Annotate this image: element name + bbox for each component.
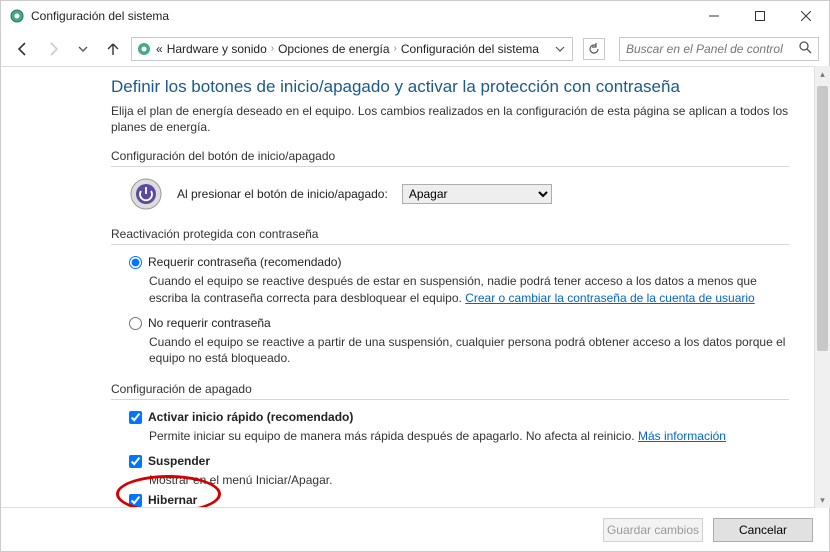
breadcrumb-segment[interactable]: Configuración del sistema [401,42,539,56]
no-password-radio[interactable] [129,317,142,330]
group-power-button: Configuración del botón de inicio/apagad… [111,149,789,211]
power-icon [129,177,163,211]
chevron-right-icon: › [271,43,274,54]
suspend-label: Suspender [148,454,210,468]
minimize-button[interactable] [691,1,737,31]
suspend-desc: Mostrar en el menú Iniciar/Apagar. [111,472,789,488]
titlebar: Configuración del sistema [1,1,829,31]
search-input[interactable] [626,42,799,56]
search-icon[interactable] [799,41,812,57]
content-area: Definir los botones de inicio/apagado y … [1,67,829,507]
chevron-right-icon: › [394,43,397,54]
no-password-desc: Cuando el equipo se reactive a partir de… [111,334,789,366]
hibernate-label: Hibernar [148,493,197,507]
refresh-button[interactable] [583,38,605,60]
up-button[interactable] [101,37,125,61]
group-title: Configuración de apagado [111,382,789,400]
fast-startup-desc: Permite iniciar su equipo de manera más … [111,428,789,444]
vertical-scrollbar[interactable]: ▴ ▾ [814,66,830,508]
no-password-label: No requerir contraseña [148,316,271,330]
fast-startup-checkbox[interactable] [129,411,142,424]
save-button[interactable]: Guardar cambios [603,518,703,542]
recent-dropdown[interactable] [71,37,95,61]
more-info-link[interactable]: Más información [638,429,726,443]
scroll-down-icon[interactable]: ▾ [815,492,830,508]
require-password-desc: Cuando el equipo se reactive después de … [111,273,789,305]
back-button[interactable] [11,37,35,61]
forward-button[interactable] [41,37,65,61]
page-subtext: Elija el plan de energía deseado en el e… [111,103,789,135]
breadcrumb-segment[interactable]: Opciones de energía [278,42,389,56]
window-title: Configuración del sistema [31,9,691,23]
breadcrumb[interactable]: « Hardware y sonido › Opciones de energí… [131,37,573,61]
fast-startup-label: Activar inicio rápido (recomendado) [148,410,353,424]
group-title: Configuración del botón de inicio/apagad… [111,149,789,167]
group-wake-protection: Reactivación protegida con contraseña Re… [111,227,789,366]
app-icon [9,8,25,24]
close-button[interactable] [783,1,829,31]
control-panel-icon [136,41,152,57]
power-button-action-select[interactable]: Apagar [402,184,552,204]
chevron-down-icon[interactable] [552,44,568,54]
scroll-thumb[interactable] [817,86,828,351]
suspend-checkbox[interactable] [129,455,142,468]
scroll-up-icon[interactable]: ▴ [815,66,830,82]
page-heading: Definir los botones de inicio/apagado y … [111,77,789,97]
search-box[interactable] [619,37,819,61]
footer: Guardar cambios Cancelar [1,507,829,551]
require-password-radio[interactable] [129,256,142,269]
navbar: « Hardware y sonido › Opciones de energí… [1,31,829,67]
hibernate-checkbox[interactable] [129,494,142,507]
breadcrumb-segment[interactable]: Hardware y sonido [167,42,267,56]
change-password-link[interactable]: Crear o cambiar la contraseña de la cuen… [465,291,755,305]
breadcrumb-prefix: « [156,42,163,56]
cancel-button[interactable]: Cancelar [713,518,813,542]
maximize-button[interactable] [737,1,783,31]
group-shutdown-settings: Configuración de apagado Activar inicio … [111,382,789,506]
require-password-label: Requerir contraseña (recomendado) [148,255,341,269]
power-button-label: Al presionar el botón de inicio/apagado: [177,187,388,201]
group-title: Reactivación protegida con contraseña [111,227,789,245]
